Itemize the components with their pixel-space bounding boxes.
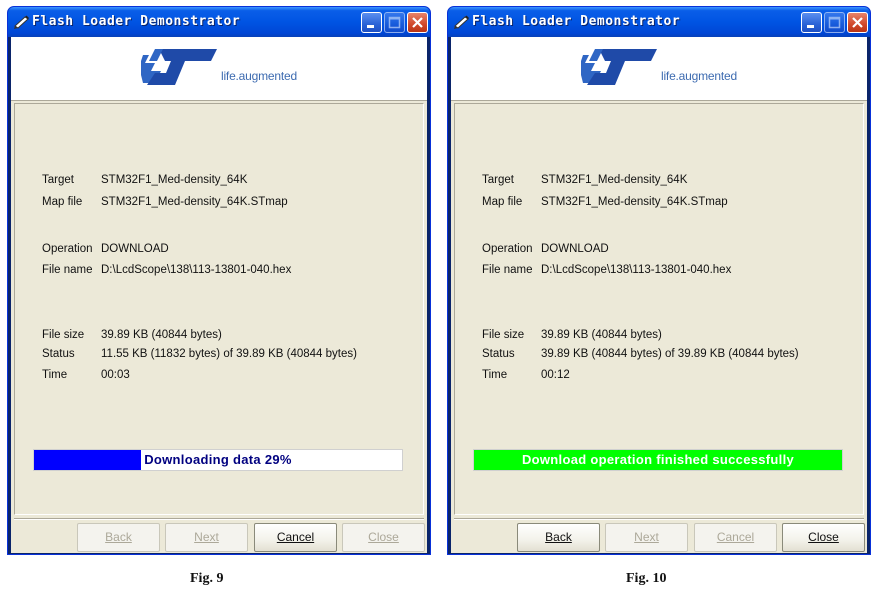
target-label: Target [482,174,514,186]
st-logo [141,49,217,85]
time-label: Time [42,369,68,381]
next-button[interactable]: Next [605,523,688,552]
minimize-button[interactable] [801,12,822,33]
logo-tagline-life: life [661,69,676,83]
window-title: Flash Loader Demonstrator [472,14,681,29]
status-value: 39.89 KB (40844 bytes) of 39.89 KB (4084… [541,348,799,360]
logo-tagline: life.augmented [661,69,737,83]
status-label: Status [482,348,515,360]
next-button[interactable]: Next [165,523,248,552]
map-file-value: STM32F1_Med-density_64K.STmap [541,196,728,208]
maximize-button[interactable] [824,12,845,33]
progress-bar: Downloading data 29% [33,449,403,471]
progress-bar: Download operation finished successfully [473,449,843,471]
operation-value: DOWNLOAD [101,243,169,255]
close-window-button[interactable] [847,12,868,33]
button-separator [14,518,424,520]
window-title: Flash Loader Demonstrator [32,14,241,29]
status-value: 11.55 KB (11832 bytes) of 39.89 KB (4084… [101,348,357,360]
target-value: STM32F1_Med-density_64K [541,174,688,186]
cancel-button[interactable]: Cancel [254,523,337,552]
file-name-label: File name [482,264,533,276]
st-logo [581,49,657,85]
file-size-label: File size [482,329,525,341]
minimize-icon [807,25,814,28]
maximize-button[interactable] [384,12,405,33]
status-label: Status [42,348,75,360]
time-value: 00:12 [541,369,570,381]
flash-loader-window-downloading: Flash Loader Demonstrator life.augmented… [7,6,431,555]
file-size-value: 39.89 KB (40844 bytes) [541,329,662,341]
file-name-value: D:\LcdScope\138\113-13801-040.hex [541,264,732,276]
time-value: 00:03 [101,369,130,381]
title-bar[interactable]: Flash Loader Demonstrator [8,7,430,37]
back-button[interactable]: Back [517,523,600,552]
logo-tagline-life: life [221,69,236,83]
flash-loader-window-finished: Flash Loader Demonstrator life.augmented… [447,6,871,555]
logo-tagline: life.augmented [221,69,297,83]
logo-banner: life.augmented [451,37,867,101]
close-window-button[interactable] [407,12,428,33]
time-label: Time [482,369,508,381]
maximize-icon [828,16,841,29]
title-bar[interactable]: Flash Loader Demonstrator [448,7,870,37]
target-value: STM32F1_Med-density_64K [101,174,248,186]
dialog-client-area: life.augmented Target STM32F1_Med-densit… [451,37,867,553]
logo-tagline-augmented: .augmented [235,69,298,83]
file-name-label: File name [42,264,93,276]
operation-value: DOWNLOAD [541,243,609,255]
file-size-label: File size [42,329,85,341]
map-file-label: Map file [42,196,83,208]
minimize-button[interactable] [361,12,382,33]
back-button[interactable]: Back [77,523,160,552]
close-button[interactable]: Close [342,523,425,552]
close-icon [412,17,423,28]
progress-text: Downloading data 29% [144,452,292,467]
dialog-client-area: life.augmented Target STM32F1_Med-densit… [11,37,427,553]
close-icon [852,17,863,28]
file-size-value: 39.89 KB (40844 bytes) [101,329,222,341]
map-file-label: Map file [482,196,523,208]
maximize-icon [388,16,401,29]
logo-banner: life.augmented [11,37,427,101]
target-label: Target [42,174,74,186]
progress-text: Download operation finished successfully [521,452,795,467]
map-file-value: STM32F1_Med-density_64K.STmap [101,196,288,208]
file-name-value: D:\LcdScope\138\113-13801-040.hex [101,264,292,276]
pen-icon [454,15,469,29]
figure-caption: Fig. 9 [190,571,224,586]
operation-label: Operation [482,243,533,255]
logo-tagline-augmented: .augmented [675,69,738,83]
cancel-button[interactable]: Cancel [694,523,777,552]
close-button[interactable]: Close [782,523,865,552]
operation-label: Operation [42,243,93,255]
button-separator [454,518,864,520]
figure-caption: Fig. 10 [626,571,667,586]
minimize-icon [367,25,374,28]
pen-icon [14,15,29,29]
